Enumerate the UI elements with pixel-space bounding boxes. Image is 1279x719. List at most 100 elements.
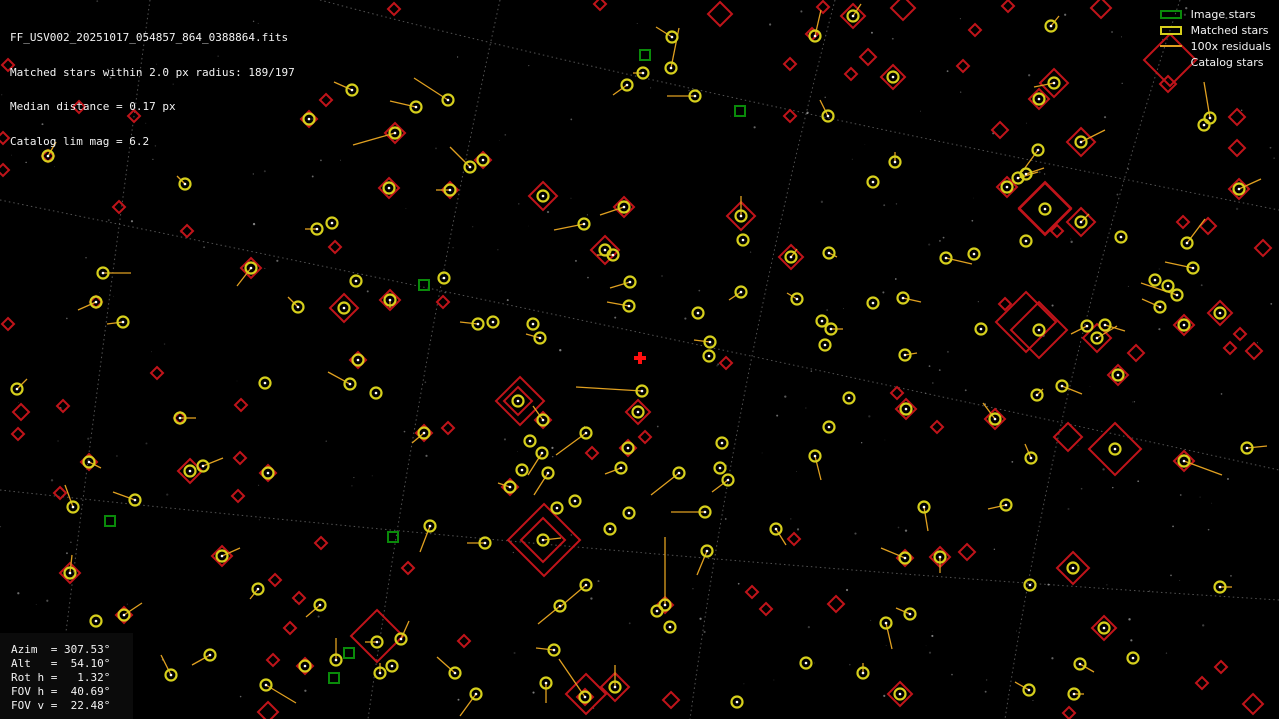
star-core xyxy=(68,571,72,575)
background-star xyxy=(871,31,873,34)
star-core xyxy=(348,382,352,386)
star-core xyxy=(813,454,817,458)
catalog-star xyxy=(400,560,416,576)
background-star xyxy=(152,158,154,160)
star-core xyxy=(1245,446,1249,450)
background-star xyxy=(964,389,967,392)
star-core xyxy=(1024,172,1028,176)
star-core xyxy=(201,464,205,468)
background-star xyxy=(126,603,128,605)
background-star xyxy=(883,204,886,207)
star-core xyxy=(655,609,659,613)
star-core xyxy=(641,71,645,75)
background-star xyxy=(258,519,260,521)
star-core xyxy=(508,485,512,489)
background-star xyxy=(497,249,499,251)
background-star xyxy=(353,477,355,479)
residual-vector xyxy=(542,537,562,541)
star-core xyxy=(474,692,478,696)
star-core xyxy=(693,94,697,98)
catalog-star xyxy=(456,633,472,649)
background-star xyxy=(931,634,934,638)
star-core xyxy=(374,391,378,395)
image-star xyxy=(734,105,746,117)
background-star xyxy=(311,118,313,120)
catalog-star xyxy=(826,594,846,614)
background-star xyxy=(1179,580,1181,581)
background-star xyxy=(692,588,694,590)
background-star xyxy=(1011,460,1014,463)
star-core xyxy=(829,327,833,331)
star-core xyxy=(264,683,268,687)
background-star xyxy=(597,580,600,583)
star-core xyxy=(735,700,739,704)
star-core xyxy=(1029,456,1033,460)
legend-label: Matched stars xyxy=(1190,23,1269,37)
background-star xyxy=(928,651,932,654)
background-star xyxy=(716,365,718,367)
star-core xyxy=(121,320,125,324)
background-star xyxy=(252,173,255,175)
background-star xyxy=(938,239,941,242)
star-core xyxy=(552,648,556,652)
background-star xyxy=(773,679,775,681)
background-star xyxy=(1273,157,1276,160)
background-star xyxy=(942,236,945,239)
background-star xyxy=(1111,30,1114,33)
background-star xyxy=(920,110,921,112)
background-star xyxy=(371,475,373,477)
star-core xyxy=(94,300,98,304)
background-star xyxy=(614,316,617,319)
background-star xyxy=(661,275,663,277)
catalog-star xyxy=(0,316,16,332)
star-core xyxy=(613,685,617,689)
star-core xyxy=(1078,662,1082,666)
star-core xyxy=(944,256,948,260)
star-core xyxy=(608,527,612,531)
background-star xyxy=(1211,502,1213,504)
background-star xyxy=(870,619,872,621)
background-star xyxy=(810,370,813,372)
background-star xyxy=(894,278,897,280)
residual-vector xyxy=(693,339,711,343)
star-core xyxy=(584,431,588,435)
star-core xyxy=(390,664,394,668)
star-core xyxy=(422,431,426,435)
background-star xyxy=(688,89,690,92)
catalog-star xyxy=(267,572,283,588)
background-star xyxy=(1149,590,1151,592)
catalog-star xyxy=(1126,343,1146,363)
grid-line xyxy=(367,0,501,719)
background-star xyxy=(1158,268,1160,270)
background-star xyxy=(753,126,756,129)
star-core xyxy=(481,158,485,162)
background-star xyxy=(113,295,115,297)
legend: Image stars Matched stars 100x residuals… xyxy=(1159,6,1271,70)
legend-label: Image stars xyxy=(1190,7,1256,21)
residual-vector xyxy=(327,371,351,385)
background-star xyxy=(796,528,800,531)
background-star xyxy=(1240,109,1243,112)
star-core xyxy=(541,194,545,198)
catalog-star xyxy=(967,22,983,38)
star-core xyxy=(1158,305,1162,309)
star-core xyxy=(538,336,542,340)
background-star xyxy=(405,208,407,209)
star-core xyxy=(544,681,548,685)
background-star xyxy=(784,395,787,398)
catalog-star xyxy=(661,690,681,710)
star-core xyxy=(334,658,338,662)
residual-vector xyxy=(1246,445,1268,449)
image-star xyxy=(418,279,430,291)
catalog-star xyxy=(1213,659,1229,675)
image-stars-swatch xyxy=(1159,9,1182,19)
residual-vector xyxy=(459,693,477,717)
star-core xyxy=(903,353,907,357)
background-star xyxy=(1028,74,1031,77)
star-core xyxy=(619,466,623,470)
background-star xyxy=(1120,36,1123,38)
legend-label: 100x residuals xyxy=(1190,39,1271,53)
background-star xyxy=(98,292,100,293)
background-star xyxy=(820,200,824,203)
background-star xyxy=(1047,583,1050,586)
